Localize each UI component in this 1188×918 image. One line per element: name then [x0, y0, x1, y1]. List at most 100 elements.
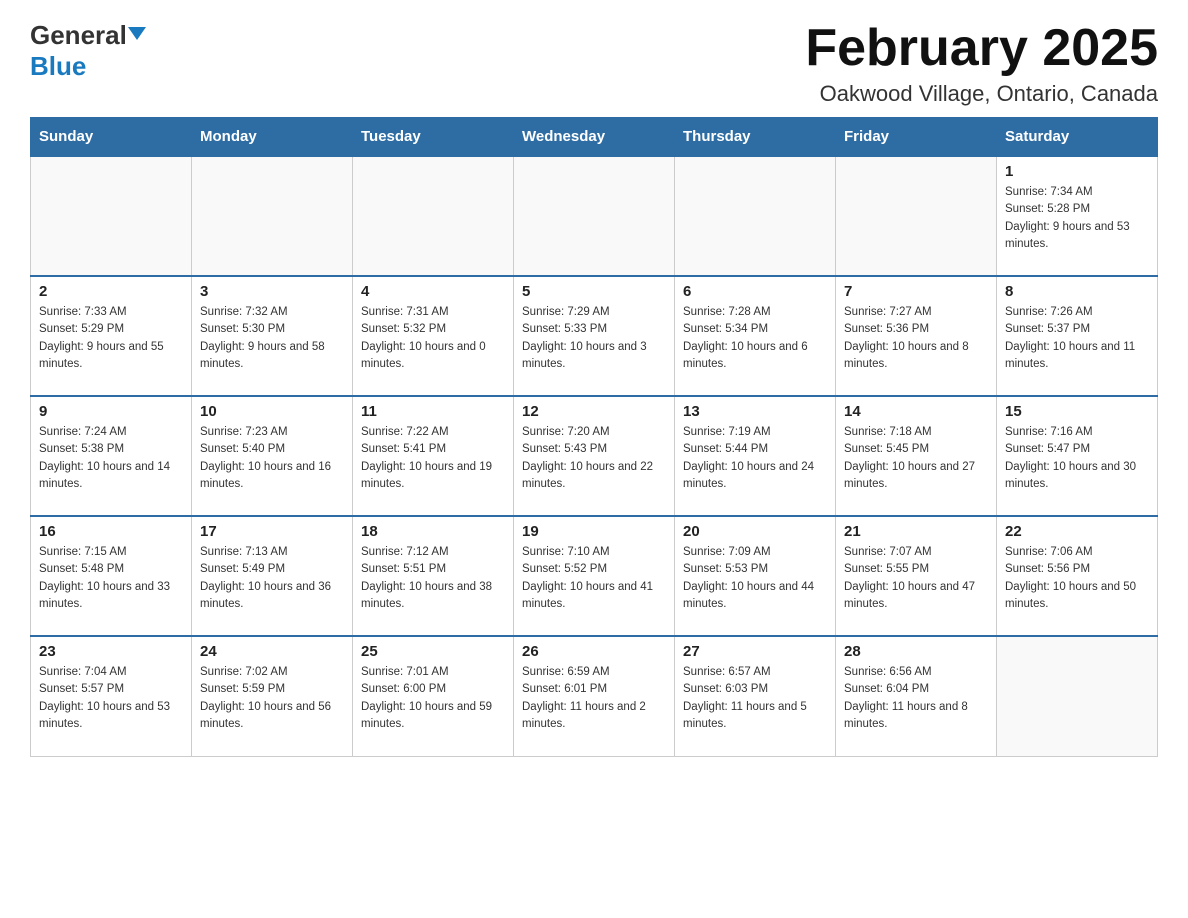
- calendar-cell: [514, 156, 675, 276]
- day-info: Sunrise: 7:04 AM Sunset: 5:57 PM Dayligh…: [39, 664, 183, 733]
- calendar-cell: 27Sunrise: 6:57 AM Sunset: 6:03 PM Dayli…: [675, 636, 836, 756]
- day-number: 24: [200, 643, 344, 660]
- page-header: General Blue February 2025 Oakwood Villa…: [30, 20, 1158, 107]
- day-info: Sunrise: 7:15 AM Sunset: 5:48 PM Dayligh…: [39, 544, 183, 613]
- calendar-cell: 1 Sunrise: 7:34 AM Sunset: 5:28 PM Daylig…: [997, 156, 1158, 276]
- day-number: 26: [522, 643, 666, 660]
- day-number: 9: [39, 403, 183, 420]
- calendar-cell: 4 Sunrise: 7:31 AM Sunset: 5:32 PM Daylig…: [353, 276, 514, 396]
- calendar-cell: [31, 156, 192, 276]
- day-number: 22: [1005, 523, 1149, 540]
- day-info: Sunrise: 7:07 AM Sunset: 5:55 PM Dayligh…: [844, 544, 988, 613]
- calendar-cell: 2 Sunrise: 7:33 AM Sunset: 5:29 PM Daylig…: [31, 276, 192, 396]
- calendar-cell: 16 Sunrise: 7:15 AM Sunset: 5:48 PM Dayli…: [31, 516, 192, 636]
- calendar-cell: 20Sunrise: 7:09 AM Sunset: 5:53 PM Dayli…: [675, 516, 836, 636]
- day-number: 19: [522, 523, 666, 540]
- calendar-cell: 12 Sunrise: 7:20 AM Sunset: 5:43 PM Dayli…: [514, 396, 675, 516]
- calendar-cell: 26 Sunrise: 6:59 AM Sunset: 6:01 PM Dayli…: [514, 636, 675, 756]
- calendar-cell: 17 Sunrise: 7:13 AM Sunset: 5:49 PM Dayli…: [192, 516, 353, 636]
- calendar-cell: 21 Sunrise: 7:07 AM Sunset: 5:55 PM Dayli…: [836, 516, 997, 636]
- weekday-header-wednesday: Wednesday: [514, 118, 675, 157]
- day-info: Sunrise: 7:06 AM Sunset: 5:56 PM Dayligh…: [1005, 544, 1149, 613]
- day-number: 23: [39, 643, 183, 660]
- calendar-cell: 18 Sunrise: 7:12 AM Sunset: 5:51 PM Dayli…: [353, 516, 514, 636]
- calendar-cell: 8 Sunrise: 7:26 AM Sunset: 5:37 PM Daylig…: [997, 276, 1158, 396]
- day-info: Sunrise: 7:31 AM Sunset: 5:32 PM Dayligh…: [361, 304, 505, 373]
- day-number: 2: [39, 283, 183, 300]
- day-info: Sunrise: 7:16 AM Sunset: 5:47 PM Dayligh…: [1005, 424, 1149, 493]
- day-info: Sunrise: 7:19 AM Sunset: 5:44 PM Dayligh…: [683, 424, 827, 493]
- day-info: Sunrise: 7:13 AM Sunset: 5:49 PM Dayligh…: [200, 544, 344, 613]
- day-info: Sunrise: 7:28 AM Sunset: 5:34 PM Dayligh…: [683, 304, 827, 373]
- logo-triangle-icon: [128, 27, 146, 40]
- logo: General Blue: [30, 20, 146, 82]
- weekday-header-saturday: Saturday: [997, 118, 1158, 157]
- week-row-3: 9Sunrise: 7:24 AM Sunset: 5:38 PM Daylig…: [31, 396, 1158, 516]
- day-info: Sunrise: 7:34 AM Sunset: 5:28 PM Dayligh…: [1005, 184, 1149, 253]
- day-info: Sunrise: 7:10 AM Sunset: 5:52 PM Dayligh…: [522, 544, 666, 613]
- weekday-header-sunday: Sunday: [31, 118, 192, 157]
- calendar-cell: 15 Sunrise: 7:16 AM Sunset: 5:47 PM Dayli…: [997, 396, 1158, 516]
- day-number: 14: [844, 403, 988, 420]
- calendar-cell: 22 Sunrise: 7:06 AM Sunset: 5:56 PM Dayli…: [997, 516, 1158, 636]
- day-info: Sunrise: 6:59 AM Sunset: 6:01 PM Dayligh…: [522, 664, 666, 733]
- day-number: 5: [522, 283, 666, 300]
- day-info: Sunrise: 7:12 AM Sunset: 5:51 PM Dayligh…: [361, 544, 505, 613]
- calendar-cell: 19 Sunrise: 7:10 AM Sunset: 5:52 PM Dayli…: [514, 516, 675, 636]
- day-info: Sunrise: 7:33 AM Sunset: 5:29 PM Dayligh…: [39, 304, 183, 373]
- calendar-cell: 23 Sunrise: 7:04 AM Sunset: 5:57 PM Dayli…: [31, 636, 192, 756]
- calendar-cell: [353, 156, 514, 276]
- day-info: Sunrise: 7:23 AM Sunset: 5:40 PM Dayligh…: [200, 424, 344, 493]
- day-info: Sunrise: 7:26 AM Sunset: 5:37 PM Dayligh…: [1005, 304, 1149, 373]
- logo-blue-text: Blue: [30, 51, 86, 81]
- day-number: 10: [200, 403, 344, 420]
- weekday-header-friday: Friday: [836, 118, 997, 157]
- calendar-header-row: SundayMondayTuesdayWednesdayThursdayFrid…: [31, 118, 1158, 157]
- day-number: 1: [1005, 163, 1149, 180]
- day-number: 17: [200, 523, 344, 540]
- calendar-table: SundayMondayTuesdayWednesdayThursdayFrid…: [30, 117, 1158, 757]
- day-number: 18: [361, 523, 505, 540]
- calendar-cell: [192, 156, 353, 276]
- day-number: 7: [844, 283, 988, 300]
- day-number: 13: [683, 403, 827, 420]
- calendar-cell: 7Sunrise: 7:27 AM Sunset: 5:36 PM Daylig…: [836, 276, 997, 396]
- weekday-header-tuesday: Tuesday: [353, 118, 514, 157]
- day-info: Sunrise: 7:01 AM Sunset: 6:00 PM Dayligh…: [361, 664, 505, 733]
- day-number: 15: [1005, 403, 1149, 420]
- calendar-cell: 14 Sunrise: 7:18 AM Sunset: 5:45 PM Dayli…: [836, 396, 997, 516]
- calendar-cell: 11Sunrise: 7:22 AM Sunset: 5:41 PM Dayli…: [353, 396, 514, 516]
- calendar-cell: 5Sunrise: 7:29 AM Sunset: 5:33 PM Daylig…: [514, 276, 675, 396]
- week-row-2: 2 Sunrise: 7:33 AM Sunset: 5:29 PM Daylig…: [31, 276, 1158, 396]
- title-block: February 2025 Oakwood Village, Ontario, …: [805, 20, 1158, 107]
- day-info: Sunrise: 7:20 AM Sunset: 5:43 PM Dayligh…: [522, 424, 666, 493]
- calendar-cell: [836, 156, 997, 276]
- day-number: 4: [361, 283, 505, 300]
- calendar-cell: 28 Sunrise: 6:56 AM Sunset: 6:04 PM Dayli…: [836, 636, 997, 756]
- day-number: 8: [1005, 283, 1149, 300]
- day-number: 11: [361, 403, 505, 420]
- day-info: Sunrise: 6:56 AM Sunset: 6:04 PM Dayligh…: [844, 664, 988, 733]
- calendar-cell: 10 Sunrise: 7:23 AM Sunset: 5:40 PM Dayli…: [192, 396, 353, 516]
- location-title: Oakwood Village, Ontario, Canada: [805, 81, 1158, 107]
- calendar-cell: [675, 156, 836, 276]
- day-number: 21: [844, 523, 988, 540]
- calendar-cell: 6Sunrise: 7:28 AM Sunset: 5:34 PM Daylig…: [675, 276, 836, 396]
- weekday-header-thursday: Thursday: [675, 118, 836, 157]
- month-title: February 2025: [805, 20, 1158, 77]
- week-row-5: 23 Sunrise: 7:04 AM Sunset: 5:57 PM Dayli…: [31, 636, 1158, 756]
- day-info: Sunrise: 7:32 AM Sunset: 5:30 PM Dayligh…: [200, 304, 344, 373]
- calendar-cell: 24 Sunrise: 7:02 AM Sunset: 5:59 PM Dayli…: [192, 636, 353, 756]
- day-number: 16: [39, 523, 183, 540]
- logo-general-text: General: [30, 20, 127, 51]
- day-info: Sunrise: 7:02 AM Sunset: 5:59 PM Dayligh…: [200, 664, 344, 733]
- day-info: Sunrise: 7:09 AM Sunset: 5:53 PM Dayligh…: [683, 544, 827, 613]
- calendar-cell: 3 Sunrise: 7:32 AM Sunset: 5:30 PM Daylig…: [192, 276, 353, 396]
- day-info: Sunrise: 7:18 AM Sunset: 5:45 PM Dayligh…: [844, 424, 988, 493]
- day-number: 12: [522, 403, 666, 420]
- day-number: 3: [200, 283, 344, 300]
- week-row-1: 1 Sunrise: 7:34 AM Sunset: 5:28 PM Daylig…: [31, 156, 1158, 276]
- day-number: 27: [683, 643, 827, 660]
- weekday-header-monday: Monday: [192, 118, 353, 157]
- day-number: 28: [844, 643, 988, 660]
